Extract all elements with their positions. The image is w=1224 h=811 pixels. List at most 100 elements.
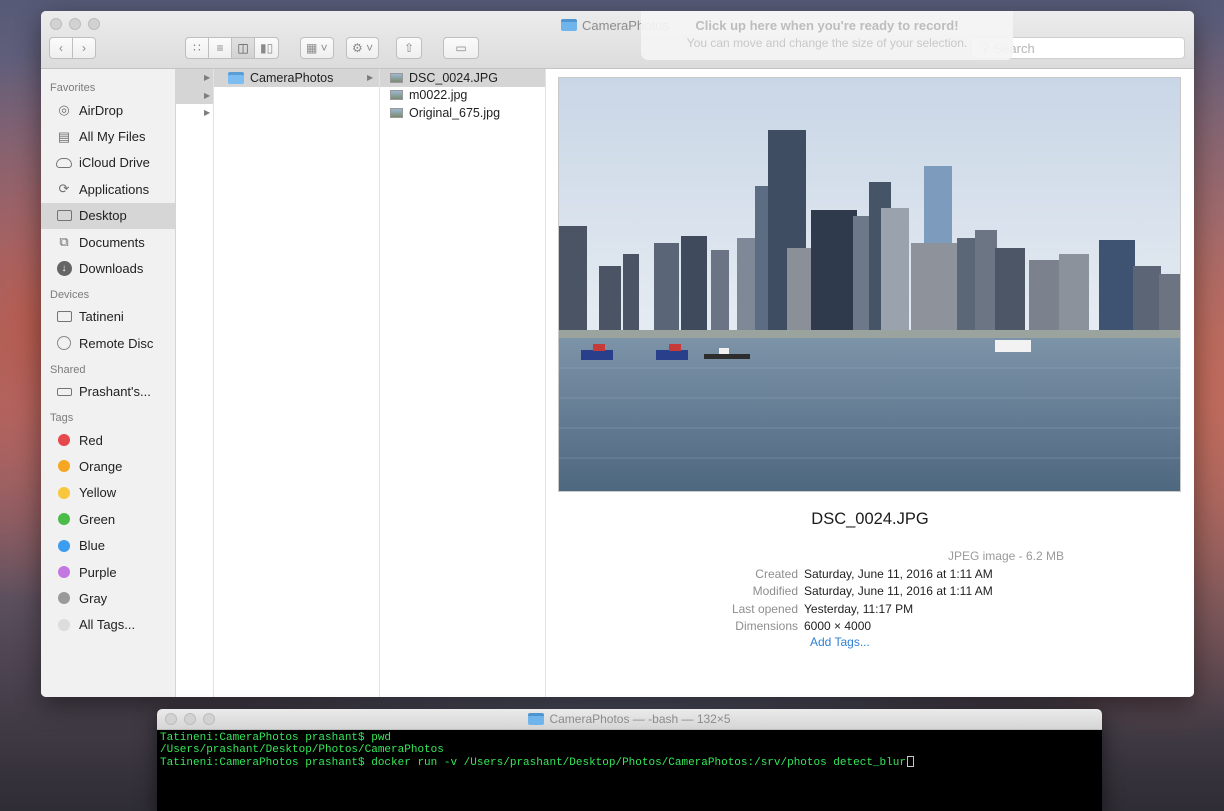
network-drive-icon xyxy=(56,384,72,399)
disclosure-arrow-icon: ▶ xyxy=(367,73,374,83)
image-file-icon xyxy=(390,72,403,83)
action-button[interactable]: ⚙ ˅ xyxy=(346,37,380,59)
recording-selection-hint[interactable]: Click up here when you're ready to recor… xyxy=(641,11,1013,60)
column-view-icon: ◫ xyxy=(237,41,249,55)
disc-icon xyxy=(56,336,72,351)
sidebar-item-tag-red[interactable]: Red xyxy=(41,427,175,453)
minimize-window-button[interactable] xyxy=(69,18,81,30)
nav-buttons: ‹ › xyxy=(49,37,96,59)
sidebar-item-downloads[interactable]: ↓ Downloads xyxy=(41,255,175,281)
sidebar-item-all-my-files[interactable]: ▤ All My Files xyxy=(41,123,175,149)
meta-row-dimensions: Dimensions 6000 × 4000 xyxy=(735,619,872,634)
tag-dot-icon xyxy=(58,434,70,447)
search-input[interactable] xyxy=(993,40,1154,56)
tag-dot-icon xyxy=(58,460,70,473)
sidebar-heading-favorites: Favorites xyxy=(50,82,96,94)
edit-tags-button[interactable]: ▭ xyxy=(443,37,479,59)
chevron-left-icon: ‹ xyxy=(59,41,63,55)
window-controls xyxy=(50,18,100,30)
downloads-icon: ↓ xyxy=(56,261,72,277)
back-button[interactable]: ‹ xyxy=(49,37,73,59)
sidebar-item-tatineni[interactable]: Tatineni xyxy=(41,304,175,330)
sidebar-heading-tags: Tags xyxy=(50,411,74,424)
zoom-window-button[interactable] xyxy=(88,18,100,30)
file-row[interactable]: m0022.jpg xyxy=(380,87,545,105)
image-file-icon xyxy=(390,90,403,101)
tag-icon: ▭ xyxy=(455,41,467,55)
record-hint-title: Click up here when you're ready to recor… xyxy=(695,18,959,33)
column-parent: ▶ ▶ ▶ xyxy=(176,69,214,697)
laptop-icon xyxy=(56,309,72,324)
meta-row-last-opened: Last opened Yesterday, 11:17 PM xyxy=(731,601,914,616)
column-row[interactable]: ▶ xyxy=(176,104,213,122)
column-row[interactable]: ▶ xyxy=(176,86,213,104)
airdrop-icon: ◎ xyxy=(58,102,70,118)
terminal-window: CameraPhotos — -bash — 132×5 Tatineni:Ca… xyxy=(157,709,1102,811)
terminal-output[interactable]: Tatineni:CameraPhotos prashant$ pwd/User… xyxy=(157,730,1102,773)
column-row[interactable]: ▶ xyxy=(176,69,213,87)
sidebar-item-airdrop[interactable]: ◎ AirDrop xyxy=(41,97,175,123)
arrange-icon: ▦ ˅ xyxy=(306,41,328,55)
sidebar-item-tag-blue[interactable]: Blue xyxy=(41,532,175,558)
arrange-button[interactable]: ▦ ˅ xyxy=(300,37,334,59)
sidebar-item-all-tags[interactable]: All Tags... xyxy=(41,612,175,638)
sidebar-item-tag-green[interactable]: Green xyxy=(41,506,175,532)
terminal-line: Tatineni:CameraPhotos prashant$ docker r… xyxy=(160,756,1099,770)
terminal-title: CameraPhotos — -bash — 132×5 xyxy=(157,712,1102,726)
tag-dot-icon xyxy=(58,566,70,579)
icon-view-button[interactable]: ∷ xyxy=(185,37,209,59)
preview-pane: DSC_0024.JPG JPEG image - 6.2 MB Created… xyxy=(546,69,1194,697)
view-mode-buttons: ∷ ≡ ◫ ▮▯ xyxy=(185,37,280,59)
icon-view-icon: ∷ xyxy=(193,41,201,55)
desktop-icon xyxy=(56,208,72,223)
sidebar-item-tag-purple[interactable]: Purple xyxy=(41,559,175,585)
sidebar-heading-shared: Shared xyxy=(50,363,86,376)
tag-dot-icon xyxy=(58,618,70,631)
folder-icon xyxy=(561,19,577,31)
sidebar-item-applications[interactable]: ⟳ Applications xyxy=(41,176,175,202)
sidebar: Favorites ◎ AirDrop ▤ All My Files iClou… xyxy=(41,69,176,697)
tag-dot-icon xyxy=(58,486,70,499)
record-hint-subtitle: You can move and change the size of your… xyxy=(686,36,968,50)
terminal-line: /Users/prashant/Desktop/Photos/CameraPho… xyxy=(160,743,444,756)
cover-flow-button[interactable]: ▮▯ xyxy=(254,37,280,59)
folder-icon xyxy=(228,71,244,84)
column-folders: CameraPhotos ▶ xyxy=(214,69,380,697)
disclosure-arrow-icon: ▶ xyxy=(204,90,211,100)
disclosure-arrow-icon: ▶ xyxy=(204,73,211,83)
share-icon: ⇧ xyxy=(403,41,415,55)
meta-row-modified: Modified Saturday, June 11, 2016 at 1:11… xyxy=(752,584,993,599)
folder-row-cameraphotos[interactable]: CameraPhotos ▶ xyxy=(214,69,379,87)
file-row[interactable]: DSC_0024.JPG xyxy=(380,69,545,87)
close-window-button[interactable] xyxy=(50,18,62,30)
all-files-icon: ▤ xyxy=(57,128,71,144)
sidebar-item-tag-gray[interactable]: Gray xyxy=(41,585,175,611)
gear-icon: ⚙ ˅ xyxy=(352,41,374,55)
sidebar-item-documents[interactable]: ⧉ Documents xyxy=(41,229,175,255)
cloud-icon xyxy=(56,155,72,170)
sidebar-heading-devices: Devices xyxy=(50,288,90,301)
sidebar-item-remote-disc[interactable]: Remote Disc xyxy=(41,330,175,356)
share-button[interactable]: ⇧ xyxy=(396,37,422,59)
sidebar-item-prashants-share[interactable]: Prashant's... xyxy=(41,379,175,405)
preview-metadata: Created Saturday, June 11, 2016 at 1:11 … xyxy=(546,565,1194,635)
sidebar-item-tag-orange[interactable]: Orange xyxy=(41,453,175,479)
column-files: DSC_0024.JPG m0022.jpg Original_675.jpg xyxy=(380,69,546,697)
chevron-right-icon: › xyxy=(82,41,86,55)
add-tags-link[interactable]: Add Tags... xyxy=(810,635,870,649)
sidebar-item-icloud-drive[interactable]: iCloud Drive xyxy=(41,150,175,176)
column-view-button[interactable]: ◫ xyxy=(231,37,255,59)
list-view-icon: ≡ xyxy=(216,41,224,55)
terminal-titlebar: CameraPhotos — -bash — 132×5 xyxy=(157,709,1102,730)
cover-flow-icon: ▮▯ xyxy=(260,41,274,55)
sidebar-item-tag-yellow[interactable]: Yellow xyxy=(41,480,175,506)
photo-preview[interactable] xyxy=(558,77,1181,492)
list-view-button[interactable]: ≡ xyxy=(208,37,232,59)
tag-dot-icon xyxy=(58,592,70,605)
sidebar-item-desktop[interactable]: Desktop xyxy=(41,202,175,229)
preview-file-name: DSC_0024.JPG xyxy=(811,510,929,528)
skyline-photo xyxy=(559,78,1180,491)
forward-button[interactable]: › xyxy=(72,37,96,59)
disclosure-arrow-icon: ▶ xyxy=(204,108,211,118)
file-row[interactable]: Original_675.jpg xyxy=(380,104,545,122)
